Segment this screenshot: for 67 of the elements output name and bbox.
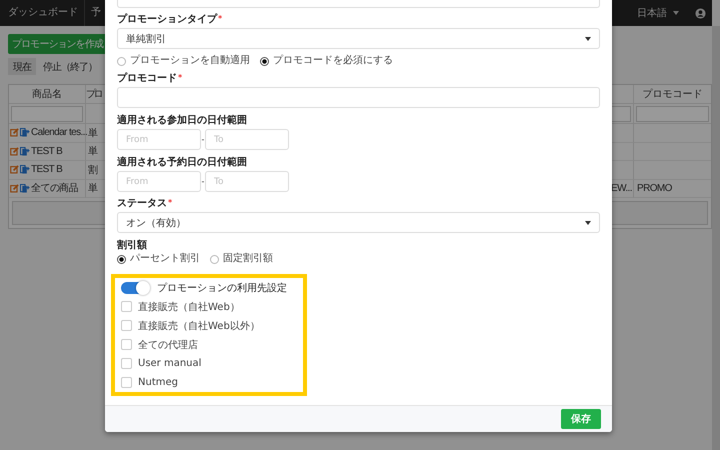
input-field[interactable] <box>117 87 600 108</box>
checkbox[interactable] <box>121 358 132 369</box>
copy-icon[interactable] <box>20 128 30 138</box>
filter-field[interactable] <box>636 106 709 122</box>
table-cell: TEST B <box>31 164 62 176</box>
radio-label[interactable]: プロモコードを必須にする <box>273 56 393 66</box>
table-cell: TEST B <box>31 146 62 157</box>
checkbox-label[interactable]: 直接販売（自社Web） <box>138 300 240 314</box>
edit-icon[interactable] <box>10 146 19 156</box>
tab[interactable]: 停止（終了） <box>38 58 102 75</box>
radio-button[interactable] <box>260 56 269 66</box>
field-label: プロモコード <box>117 74 177 84</box>
edit-icon[interactable] <box>10 128 19 138</box>
user-icon[interactable] <box>695 8 706 18</box>
checkbox[interactable] <box>121 377 132 388</box>
field-label: 適用される予約日の日付範囲 <box>117 158 247 168</box>
required-mark: * <box>168 199 172 209</box>
range-separator: - <box>201 135 205 144</box>
radio-button[interactable] <box>117 56 126 66</box>
date-from-field[interactable]: From <box>117 129 201 150</box>
select-field[interactable]: オン（有効） <box>117 212 600 233</box>
range-separator: - <box>201 177 205 186</box>
filter-field[interactable] <box>11 106 83 122</box>
radio-button[interactable] <box>210 254 219 264</box>
copy-icon[interactable] <box>20 184 30 193</box>
table-cell-text: 全ての商品 <box>31 182 78 196</box>
checkbox-label[interactable]: 直接販売（自社Web以外） <box>138 318 260 332</box>
nav-link[interactable]: ダッシュボード <box>0 0 85 26</box>
table-cell: Calendar tes... <box>31 127 88 138</box>
date-to-field[interactable]: To <box>205 171 289 192</box>
radio-label[interactable]: プロモーションを自動適用 <box>130 56 250 66</box>
copy-icon[interactable] <box>20 146 30 156</box>
checkbox[interactable] <box>121 320 132 331</box>
table-cell: PROMO <box>637 182 672 194</box>
select-field[interactable]: 単純割引 <box>117 28 600 49</box>
table-cell: EW... <box>611 182 632 194</box>
language-dropdown[interactable]: 日本語 <box>629 6 687 20</box>
checkbox[interactable] <box>121 301 132 312</box>
radio-label[interactable]: 固定割引額 <box>223 254 273 264</box>
table-cell-text: 単 <box>88 126 98 140</box>
table-cell-text: 割 <box>88 164 98 177</box>
toggle-switch[interactable] <box>121 282 149 294</box>
field-label: 割引額 <box>117 241 147 251</box>
radio-button[interactable] <box>117 254 126 264</box>
date-to-field[interactable]: To <box>205 129 289 150</box>
column-header: プロモコード <box>634 85 711 104</box>
field-label: ステータス <box>117 199 167 209</box>
checkbox-label[interactable]: User manual <box>138 358 202 369</box>
edit-icon[interactable] <box>10 184 19 193</box>
table-cell-text: 単 <box>88 182 98 196</box>
checkbox[interactable] <box>121 339 132 350</box>
checkbox-label[interactable]: 全ての代理店 <box>138 338 198 352</box>
required-mark: * <box>218 15 222 25</box>
tab[interactable]: 現在 <box>8 58 36 75</box>
field-label: 適用される参加日の日付範囲 <box>117 116 247 126</box>
toggle-label: プロモーションの利用先設定 <box>157 282 287 294</box>
required-mark: * <box>178 74 182 84</box>
date-from-field[interactable]: From <box>117 171 201 192</box>
edit-icon[interactable] <box>10 165 19 174</box>
radio-label[interactable]: パーセント割引 <box>130 254 200 264</box>
column-header: 商品名 <box>9 85 86 104</box>
copy-icon[interactable] <box>20 165 30 174</box>
input-field[interactable] <box>117 0 600 8</box>
field-label: プロモーションタイプ <box>117 15 217 25</box>
scrollbar[interactable] <box>712 26 720 450</box>
table-cell-text: 単 <box>88 145 98 158</box>
checkbox-label[interactable]: Nutmeg <box>138 377 178 388</box>
